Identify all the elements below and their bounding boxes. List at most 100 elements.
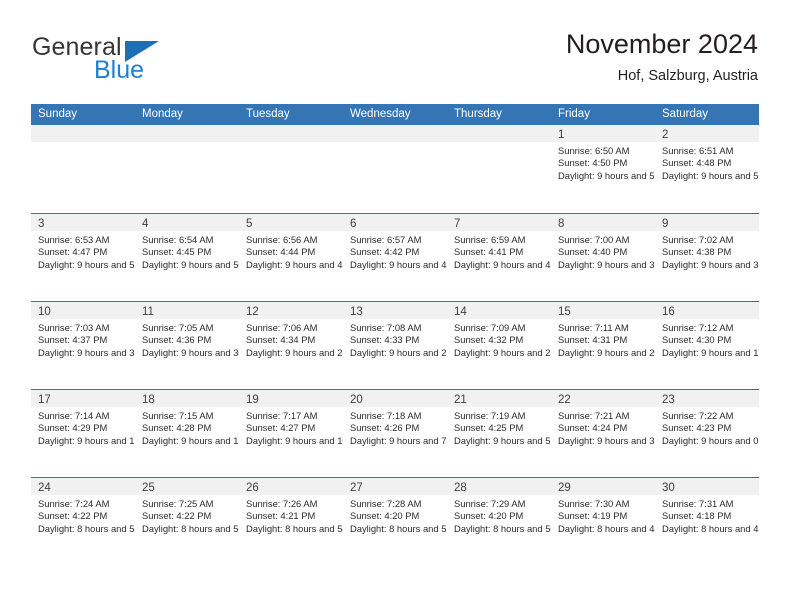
day-number-strip: 19 [239,390,343,407]
day-sun-info: Sunrise: 7:30 AM Sunset: 4:19 PM Daylight:… [551,495,655,535]
sunrise-text: Sunrise: 6:53 AM [38,234,110,245]
day-number-strip: 1 [551,125,655,142]
day-number: 6 [350,218,357,230]
day-sun-info: Sunrise: 6:50 AM Sunset: 4:50 PM Daylight:… [551,142,655,182]
day-number: 14 [454,306,467,318]
day-cell[interactable]: 4 Sunrise: 6:54 AM Sunset: 4:45 PM Daylight… [135,213,239,301]
day-number-strip: 13 [343,302,447,319]
day-cell[interactable]: 19 Sunrise: 7:17 AM Sunset: 4:27 PM Dayligh… [239,389,343,477]
day-cell-empty [239,125,343,213]
sunset-text: Sunset: 4:20 PM [350,510,420,522]
day-number: 10 [38,306,51,318]
day-number-strip: 28 [447,478,551,495]
day-sun-info: Sunrise: 7:18 AM Sunset: 4:26 PM Daylight:… [343,407,447,447]
day-cell[interactable]: 2 Sunrise: 6:51 AM Sunset: 4:48 PM Daylight… [655,125,759,213]
day-number: 20 [350,394,363,406]
sunset-text: Sunset: 4:41 PM [454,246,524,258]
daylight-text: Daylight: 8 hours and 58 minutes. [38,522,135,534]
sunrise-text: Sunrise: 7:30 AM [558,498,630,509]
day-cell[interactable]: 10 Sunrise: 7:03 AM Sunset: 4:37 PM Dayligh… [31,301,135,389]
day-number-strip: 9 [655,214,759,231]
day-sun-info: Sunrise: 7:12 AM Sunset: 4:30 PM Daylight:… [655,319,759,359]
day-cell[interactable]: 15 Sunrise: 7:11 AM Sunset: 4:31 PM Dayligh… [551,301,655,389]
day-sun-info: Sunrise: 7:09 AM Sunset: 4:32 PM Daylight:… [447,319,551,359]
day-sun-info: Sunrise: 7:26 AM Sunset: 4:21 PM Daylight:… [239,495,343,535]
day-number-strip [343,125,447,142]
sunset-text: Sunset: 4:22 PM [38,510,108,522]
day-cell[interactable]: 18 Sunrise: 7:15 AM Sunset: 4:28 PM Dayligh… [135,389,239,477]
day-number: 23 [662,394,675,406]
calendar-week-row: 3 Sunrise: 6:53 AM Sunset: 4:47 PM Daylight… [31,213,759,301]
day-number-strip: 2 [655,125,759,142]
day-number-strip: 16 [655,302,759,319]
day-sun-info: Sunrise: 7:03 AM Sunset: 4:37 PM Daylight:… [31,319,135,359]
daylight-text: Daylight: 9 hours and 7 minutes. [350,434,447,446]
day-number-strip: 10 [31,302,135,319]
sunrise-text: Sunrise: 7:06 AM [246,322,318,333]
day-number: 1 [558,129,565,141]
day-number-strip: 22 [551,390,655,407]
day-cell[interactable]: 25 Sunrise: 7:25 AM Sunset: 4:22 PM Dayligh… [135,477,239,565]
day-cell[interactable]: 9 Sunrise: 7:02 AM Sunset: 4:38 PM Daylight… [655,213,759,301]
sunrise-text: Sunrise: 7:31 AM [662,498,734,509]
day-cell[interactable]: 27 Sunrise: 7:28 AM Sunset: 4:20 PM Dayligh… [343,477,447,565]
day-number-strip: 23 [655,390,759,407]
daylight-text: Daylight: 9 hours and 53 minutes. [38,258,135,270]
day-cell[interactable]: 3 Sunrise: 6:53 AM Sunset: 4:47 PM Daylight… [31,213,135,301]
daylight-text: Daylight: 9 hours and 42 minutes. [454,258,551,270]
day-cell[interactable]: 24 Sunrise: 7:24 AM Sunset: 4:22 PM Dayligh… [31,477,135,565]
daylight-text: Daylight: 9 hours and 56 minutes. [662,169,759,181]
day-cell[interactable]: 1 Sunrise: 6:50 AM Sunset: 4:50 PM Daylight… [551,125,655,213]
day-cell[interactable]: 12 Sunrise: 7:06 AM Sunset: 4:34 PM Dayligh… [239,301,343,389]
day-cell[interactable]: 6 Sunrise: 6:57 AM Sunset: 4:42 PM Daylight… [343,213,447,301]
day-cell[interactable]: 21 Sunrise: 7:19 AM Sunset: 4:25 PM Dayligh… [447,389,551,477]
sunrise-text: Sunrise: 7:26 AM [246,498,318,509]
day-cell[interactable]: 16 Sunrise: 7:12 AM Sunset: 4:30 PM Dayligh… [655,301,759,389]
day-number: 13 [350,306,363,318]
day-sun-info: Sunrise: 7:06 AM Sunset: 4:34 PM Daylight:… [239,319,343,359]
day-cell[interactable]: 17 Sunrise: 7:14 AM Sunset: 4:29 PM Dayligh… [31,389,135,477]
day-cell[interactable]: 22 Sunrise: 7:21 AM Sunset: 4:24 PM Dayligh… [551,389,655,477]
day-cell[interactable]: 23 Sunrise: 7:22 AM Sunset: 4:23 PM Dayligh… [655,389,759,477]
day-cell[interactable]: 13 Sunrise: 7:08 AM Sunset: 4:33 PM Dayligh… [343,301,447,389]
calendar-week-row: 17 Sunrise: 7:14 AM Sunset: 4:29 PM Dayligh… [31,389,759,477]
daylight-text: Daylight: 9 hours and 39 minutes. [558,258,655,270]
page-subtitle: Hof, Salzburg, Austria [617,68,758,84]
day-number: 29 [558,482,571,494]
day-cell[interactable]: 30 Sunrise: 7:31 AM Sunset: 4:18 PM Dayligh… [655,477,759,565]
day-cell[interactable]: 29 Sunrise: 7:30 AM Sunset: 4:19 PM Dayligh… [551,477,655,565]
day-cell[interactable]: 26 Sunrise: 7:26 AM Sunset: 4:21 PM Dayligh… [239,477,343,565]
day-number-strip: 14 [447,302,551,319]
day-cell[interactable]: 5 Sunrise: 6:56 AM Sunset: 4:44 PM Daylight… [239,213,343,301]
day-sun-info: Sunrise: 7:15 AM Sunset: 4:28 PM Daylight:… [135,407,239,447]
day-cell[interactable]: 28 Sunrise: 7:29 AM Sunset: 4:20 PM Dayligh… [447,477,551,565]
weekday-header-thursday: Thursday [454,108,502,120]
daylight-text: Daylight: 9 hours and 12 minutes. [142,434,239,446]
day-number-strip: 29 [551,478,655,495]
sunrise-text: Sunrise: 6:59 AM [454,234,526,245]
daylight-text: Daylight: 8 hours and 52 minutes. [350,522,447,534]
sunset-text: Sunset: 4:28 PM [142,422,212,434]
weekday-header-tuesday: Tuesday [246,108,290,120]
day-cell[interactable]: 7 Sunrise: 6:59 AM Sunset: 4:41 PM Daylight… [447,213,551,301]
day-number: 25 [142,482,155,494]
sunset-text: Sunset: 4:30 PM [662,334,732,346]
daylight-text: Daylight: 9 hours and 3 minutes. [558,434,655,446]
sunrise-text: Sunrise: 7:17 AM [246,410,318,421]
general-blue-logo[interactable]: General Blue [32,33,252,89]
title-block: November 2024 Hof, Salzburg, Austria [566,28,758,86]
day-cell[interactable]: 20 Sunrise: 7:18 AM Sunset: 4:26 PM Dayligh… [343,389,447,477]
day-number-strip: 8 [551,214,655,231]
day-number: 30 [662,482,675,494]
page-header: General Blue November 2024 Hof, Salzburg… [0,0,792,100]
sunset-text: Sunset: 4:33 PM [350,334,420,346]
day-number: 3 [38,218,45,230]
day-cell[interactable]: 8 Sunrise: 7:00 AM Sunset: 4:40 PM Daylight… [551,213,655,301]
daylight-text: Daylight: 9 hours and 45 minutes. [350,258,447,270]
sunrise-text: Sunrise: 7:11 AM [558,322,629,333]
day-sun-info: Sunrise: 7:31 AM Sunset: 4:18 PM Daylight:… [655,495,759,535]
day-cell[interactable]: 11 Sunrise: 7:05 AM Sunset: 4:36 PM Dayligh… [135,301,239,389]
sunset-text: Sunset: 4:40 PM [558,246,628,258]
day-cell[interactable]: 14 Sunrise: 7:09 AM Sunset: 4:32 PM Dayligh… [447,301,551,389]
sunrise-text: Sunrise: 7:05 AM [142,322,214,333]
